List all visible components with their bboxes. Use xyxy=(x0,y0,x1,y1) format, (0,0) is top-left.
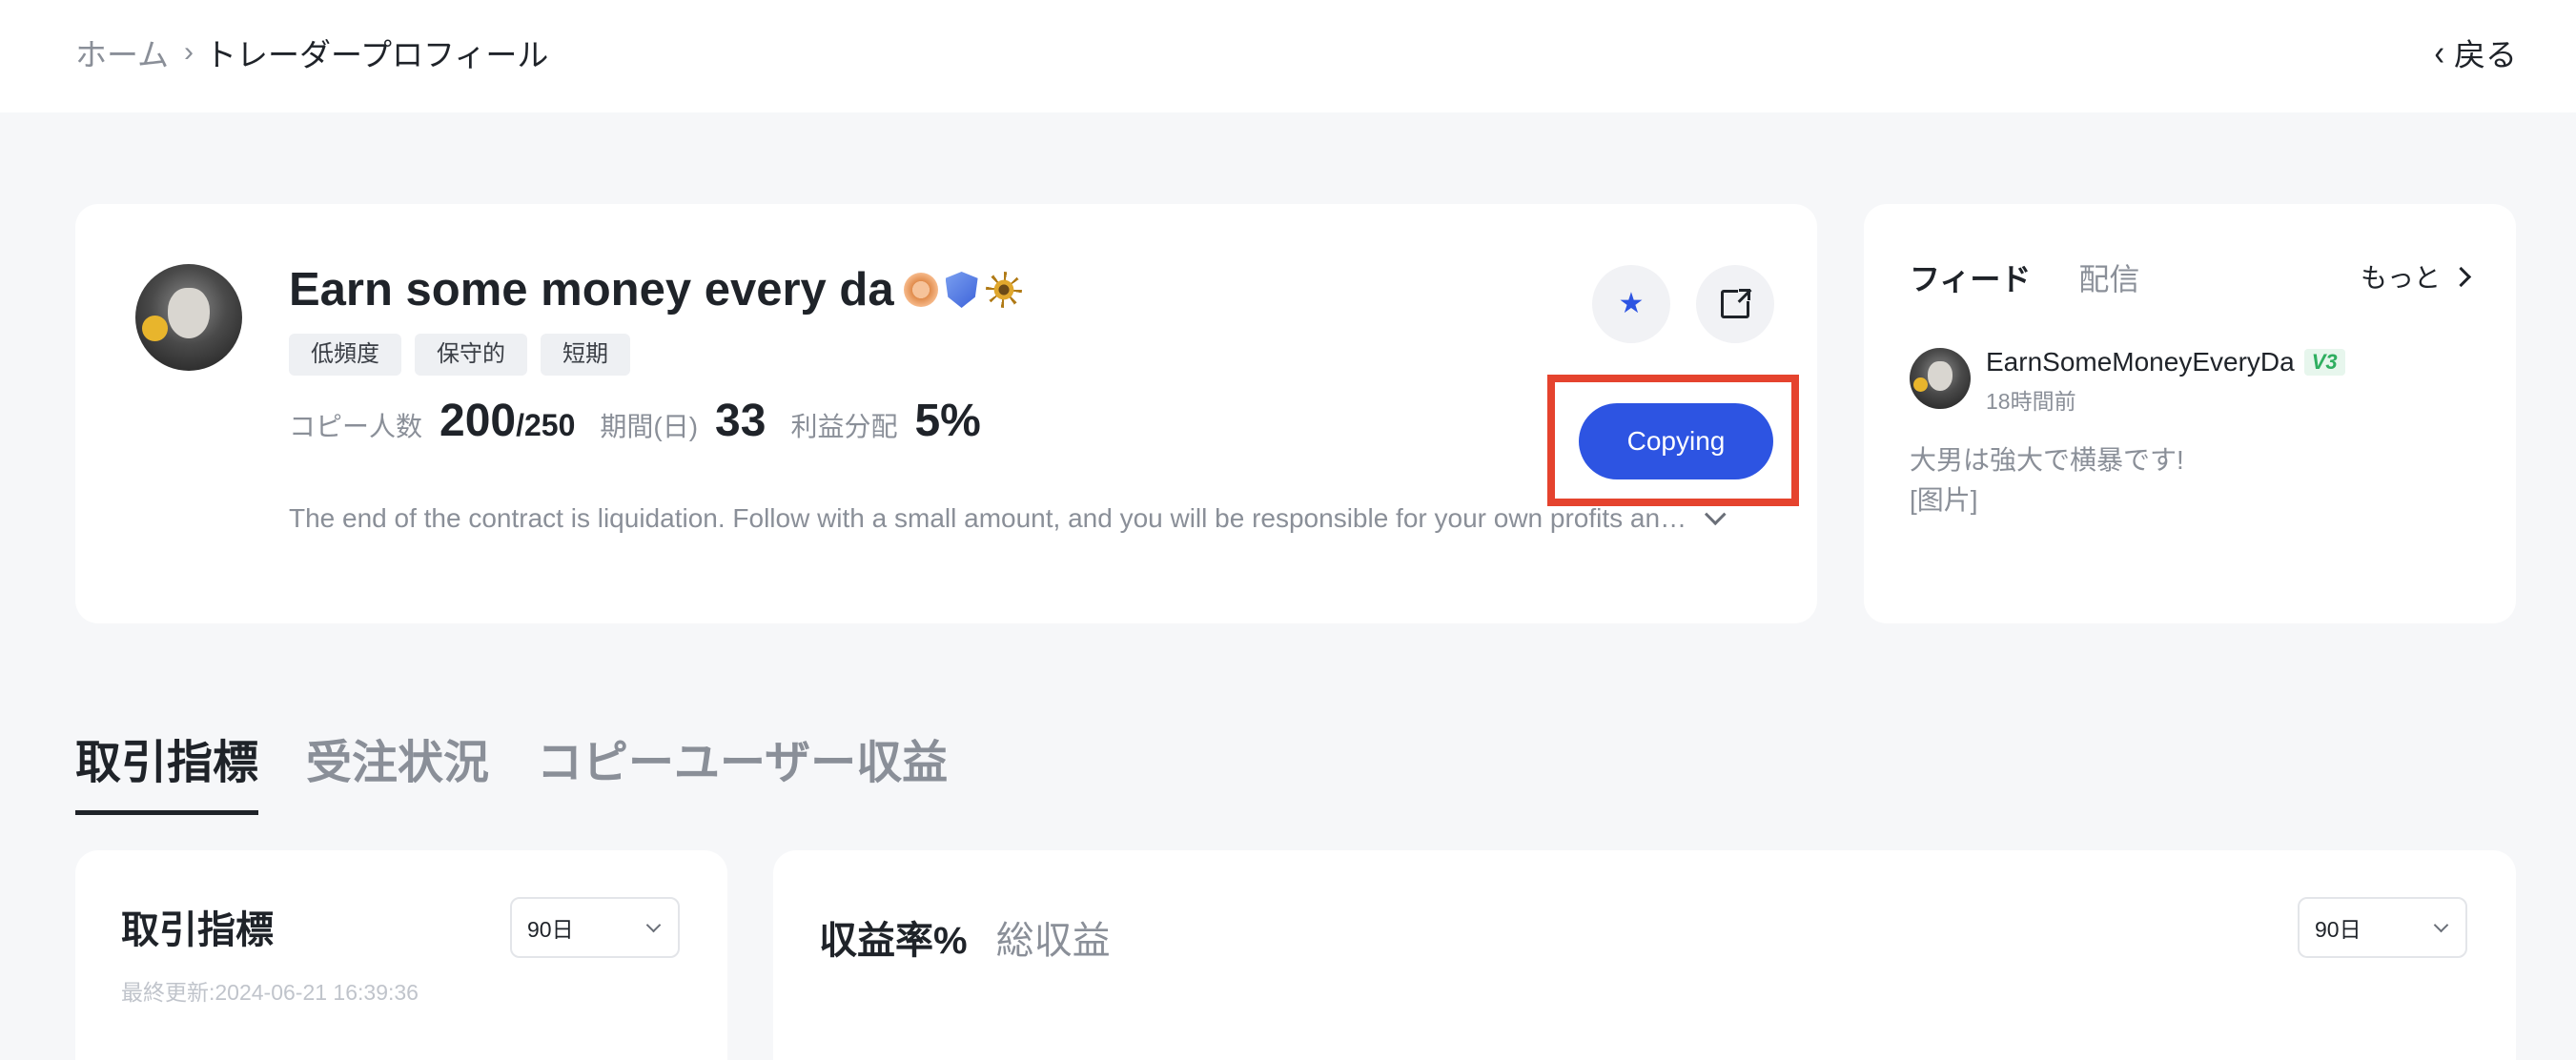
tab-total-profit[interactable]: 総収益 xyxy=(996,909,1111,965)
shield-icon xyxy=(945,272,978,308)
main-tabs: 取引指標 受注状況 コピーユーザー収益 xyxy=(75,724,948,815)
trader-stats: コピー人数 200 /250 期間(日) 33 利益分配 5% xyxy=(289,395,981,447)
copiers-total: /250 xyxy=(516,408,576,442)
external-link-icon xyxy=(1721,288,1752,318)
tab-order-status[interactable]: 受注状況 xyxy=(306,724,489,815)
breadcrumb-separator: › xyxy=(184,36,194,68)
bronze-medal-icon xyxy=(903,273,938,307)
tab-broadcast[interactable]: 配信 xyxy=(2078,255,2139,299)
metrics-range-select[interactable]: 90日 xyxy=(510,897,680,958)
profit-share-label: 利益分配 xyxy=(790,412,898,441)
feed-tabs: フィード 配信 xyxy=(1910,255,2139,299)
ship-wheel-icon xyxy=(985,272,1022,308)
feed-card: フィード 配信 もっと EarnSomeMoneyEveryDa V3 18時間… xyxy=(1864,204,2516,623)
chevron-right-icon xyxy=(2450,266,2472,287)
metrics-last-updated: 最終更新:2024-06-21 16:39:36 xyxy=(121,980,419,1005)
feed-more-link[interactable]: もっと xyxy=(2360,257,2472,296)
trader-name: Earn some money every da xyxy=(289,263,1022,316)
back-button[interactable]: ‹ 戻る xyxy=(2434,30,2517,75)
tab-feed[interactable]: フィード xyxy=(1910,255,2031,299)
period-value: 33 xyxy=(715,396,767,446)
chevron-down-icon xyxy=(645,917,662,933)
tab-return-rate[interactable]: 収益率% xyxy=(819,909,968,965)
metrics-title: 取引指標 xyxy=(121,909,274,951)
feed-author-name: EarnSomeMoneyEveryDa xyxy=(1986,347,2295,377)
share-button[interactable] xyxy=(1696,265,1774,343)
back-label: 戻る xyxy=(2454,37,2517,72)
copiers-label: コピー人数 xyxy=(289,412,423,441)
trader-badges xyxy=(903,272,1022,308)
tag-term: 短期 xyxy=(541,334,630,376)
profit-share-value: 5% xyxy=(914,396,981,446)
feed-post-time: 18時間前 xyxy=(1986,389,2076,414)
tab-trading-metrics[interactable]: 取引指標 xyxy=(75,724,259,815)
chevron-down-icon xyxy=(2433,917,2449,933)
trader-bio[interactable]: The end of the contract is liquidation. … xyxy=(289,503,1727,534)
returns-card: 収益率% 総収益 90日 xyxy=(773,850,2516,1060)
returns-tabs: 収益率% 総収益 xyxy=(819,909,1111,965)
returns-range-select[interactable]: 90日 xyxy=(2298,897,2467,958)
copying-button[interactable]: Copying xyxy=(1579,403,1773,479)
chevron-down-icon[interactable] xyxy=(1705,503,1727,526)
tag-style: 保守的 xyxy=(415,334,527,376)
tag-frequency: 低頻度 xyxy=(289,334,401,376)
trader-tags: 低頻度 保守的 短期 xyxy=(289,334,630,376)
period-label: 期間(日) xyxy=(600,412,699,441)
feed-post-image-placeholder: [图片] xyxy=(1910,485,1978,515)
feed-post-content[interactable]: 大男は強大で横暴です! [图片] xyxy=(1910,440,2184,520)
tab-copier-earnings[interactable]: コピーユーザー収益 xyxy=(537,724,948,815)
returns-range-value: 90日 xyxy=(2315,917,2361,942)
copiers-value: 200 xyxy=(440,396,517,446)
trader-name-text: Earn some money every da xyxy=(289,264,894,316)
metrics-range-value: 90日 xyxy=(527,917,574,942)
feed-post-author[interactable]: EarnSomeMoneyEveryDa V3 xyxy=(1986,347,2345,377)
breadcrumb-current: トレーダープロフィール xyxy=(205,37,549,72)
top-bar: ホーム › トレーダープロフィール ‹ 戻る xyxy=(0,0,2576,112)
feed-post-line: 大男は強大で横暴です! xyxy=(1910,445,2184,475)
chevron-left-icon: ‹ xyxy=(2434,31,2444,72)
feed-more-label: もっと xyxy=(2360,263,2441,293)
avatar[interactable] xyxy=(1910,348,1971,409)
avatar xyxy=(135,264,242,371)
favorite-button[interactable]: ★ xyxy=(1592,265,1670,343)
bio-text: The end of the contract is liquidation. … xyxy=(289,503,1687,533)
breadcrumb: ホーム › トレーダープロフィール xyxy=(75,30,548,75)
trading-metrics-card: 取引指標 最終更新:2024-06-21 16:39:36 90日 xyxy=(75,850,727,1060)
vip-level-badge: V3 xyxy=(2303,349,2345,376)
breadcrumb-home-link[interactable]: ホーム xyxy=(75,30,169,75)
star-icon: ★ xyxy=(1618,288,1645,319)
